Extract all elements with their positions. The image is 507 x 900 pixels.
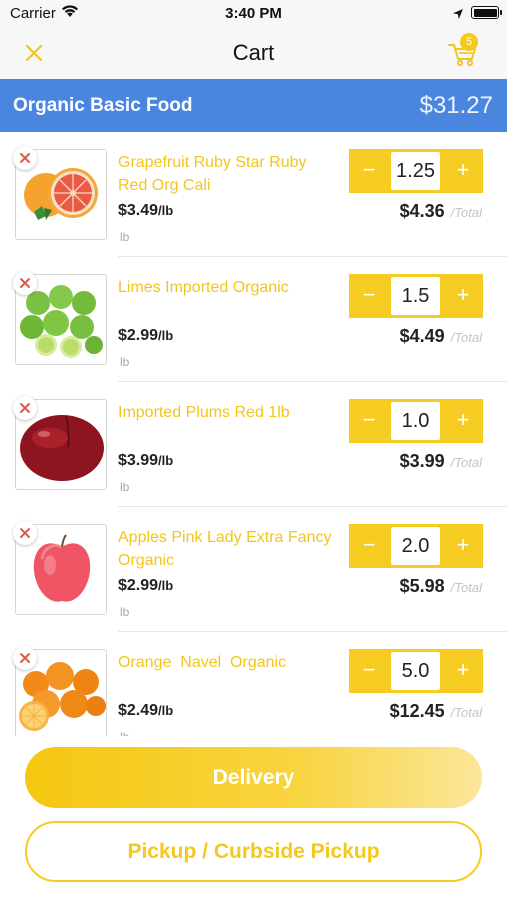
- cart-item: Orange Navel Organic $2.49/lb lb − 5.0 +…: [0, 632, 507, 736]
- line-total: $4.36/Total: [400, 201, 482, 222]
- item-price-value: $3.99: [118, 452, 159, 469]
- line-total-value: $4.49: [399, 326, 445, 346]
- line-total: $4.49/Total: [400, 326, 482, 347]
- quantity-field[interactable]: 1.25: [391, 152, 440, 190]
- increase-quantity-button[interactable]: +: [443, 274, 483, 318]
- decrease-quantity-button[interactable]: −: [349, 524, 389, 568]
- remove-item-button[interactable]: [13, 146, 37, 170]
- remove-item-button[interactable]: [13, 521, 37, 545]
- quantity-stepper: − 5.0 +: [349, 649, 483, 693]
- nav-bar: Cart 5: [0, 30, 507, 79]
- cart-count-badge: 5: [460, 33, 478, 51]
- location-arrow-icon: [452, 7, 464, 25]
- item-name[interactable]: Grapefruit Ruby Star Ruby Red Org Cali: [118, 151, 338, 197]
- line-total-label: /Total: [450, 705, 482, 720]
- quantity-stepper: − 1.5 +: [349, 274, 483, 318]
- item-price-value: $2.99: [118, 327, 159, 344]
- quantity-field[interactable]: 2.0: [391, 527, 440, 565]
- decrease-quantity-button[interactable]: −: [349, 149, 389, 193]
- item-uom: lb: [120, 605, 130, 619]
- status-time: 3:40 PM: [225, 5, 282, 22]
- line-total-value: $4.36: [399, 201, 445, 221]
- quantity-field[interactable]: 1.0: [391, 402, 440, 440]
- item-name[interactable]: Orange Navel Organic: [118, 651, 338, 674]
- item-price: $3.99/lb: [118, 452, 173, 470]
- item-price: $2.99/lb: [118, 577, 173, 595]
- line-total-label: /Total: [450, 455, 482, 470]
- item-uom: lb: [120, 355, 130, 369]
- increase-quantity-button[interactable]: +: [443, 524, 483, 568]
- item-price-unit: /lb: [158, 703, 174, 718]
- item-price-unit: /lb: [158, 453, 174, 468]
- line-total: $3.99/Total: [400, 451, 482, 472]
- item-price-unit: /lb: [158, 328, 174, 343]
- battery-icon: [471, 6, 502, 19]
- item-price-unit: /lb: [158, 578, 174, 593]
- decrease-quantity-button[interactable]: −: [349, 399, 389, 443]
- remove-item-button[interactable]: [13, 646, 37, 670]
- item-name[interactable]: Apples Pink Lady Extra Fancy Organic: [118, 526, 338, 572]
- item-price-value: $3.49: [118, 202, 159, 219]
- store-banner: Organic Basic Food $31.27: [0, 79, 507, 132]
- line-total-label: /Total: [450, 330, 482, 345]
- store-name: Organic Basic Food: [13, 95, 193, 116]
- item-uom: lb: [120, 480, 130, 494]
- status-bar: Carrier 3:40 PM: [0, 0, 507, 30]
- item-price: $2.99/lb: [118, 327, 173, 345]
- pickup-button[interactable]: Pickup / Curbside Pickup: [25, 821, 482, 882]
- delivery-button[interactable]: Delivery: [25, 747, 482, 808]
- item-name[interactable]: Limes Imported Organic: [118, 276, 338, 299]
- store-total: $31.27: [419, 92, 493, 119]
- cart-item: Limes Imported Organic $2.99/lb lb − 1.5…: [0, 257, 507, 382]
- cart-item-list[interactable]: Grapefruit Ruby Star Ruby Red Org Cali $…: [0, 132, 507, 736]
- remove-item-button[interactable]: [13, 271, 37, 295]
- item-uom: lb: [120, 730, 129, 736]
- page-title: Cart: [232, 40, 275, 65]
- decrease-quantity-button[interactable]: −: [349, 274, 389, 318]
- quantity-field[interactable]: 5.0: [391, 652, 440, 690]
- quantity-field[interactable]: 1.5: [391, 277, 440, 315]
- line-total-value: $5.98: [399, 576, 445, 596]
- line-total-label: /Total: [450, 205, 482, 220]
- decrease-quantity-button[interactable]: −: [349, 649, 389, 693]
- line-total-label: /Total: [450, 580, 482, 595]
- cart-item: Imported Plums Red 1lb $3.99/lb lb − 1.0…: [0, 382, 507, 507]
- increase-quantity-button[interactable]: +: [443, 399, 483, 443]
- item-price-value: $2.99: [118, 577, 159, 594]
- cart-item: Grapefruit Ruby Star Ruby Red Org Cali $…: [0, 132, 507, 257]
- line-total: $5.98/Total: [400, 576, 482, 597]
- quantity-stepper: − 1.0 +: [349, 399, 483, 443]
- increase-quantity-button[interactable]: +: [443, 149, 483, 193]
- item-price-unit: /lb: [158, 203, 174, 218]
- item-price: $2.49/lb: [118, 702, 173, 720]
- quantity-stepper: − 2.0 +: [349, 524, 483, 568]
- line-total-value: $3.99: [399, 451, 445, 471]
- line-total: $12.45/Total: [390, 701, 482, 722]
- quantity-stepper: − 1.25 +: [349, 149, 483, 193]
- item-name[interactable]: Imported Plums Red 1lb: [118, 401, 338, 424]
- cart-item: Apples Pink Lady Extra Fancy Organic $2.…: [0, 507, 507, 632]
- item-uom: lb: [120, 230, 130, 244]
- item-price: $3.49/lb: [118, 202, 173, 220]
- remove-item-button[interactable]: [13, 396, 37, 420]
- increase-quantity-button[interactable]: +: [443, 649, 483, 693]
- line-total-value: $12.45: [389, 701, 445, 721]
- item-price-value: $2.49: [118, 702, 159, 719]
